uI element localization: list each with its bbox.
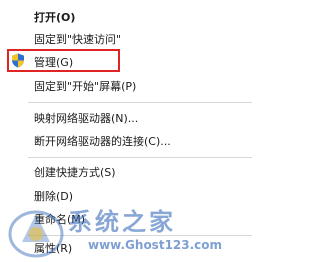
menu-item-label: 映射网络驱动器(N)...: [34, 112, 139, 125]
menu-item-open[interactable]: 打开(O): [0, 6, 258, 29]
menu-item-label: 创建快捷方式(S): [34, 166, 116, 179]
menu-item-label: 断开网络驱动器的连接(C)...: [34, 135, 171, 148]
menu-item-rename[interactable]: 重命名(M): [0, 208, 258, 231]
menu-item-manage[interactable]: 管理(G): [0, 51, 258, 74]
menu-separator: [28, 102, 252, 103]
menu-item-pin-quick-access[interactable]: 固定到"快速访问": [0, 28, 258, 51]
menu-item-label: 属性(R): [34, 242, 73, 255]
menu-item-pin-start[interactable]: 固定到"开始"屏幕(P): [0, 75, 258, 98]
menu-separator: [28, 157, 252, 158]
menu-item-label: 管理(G): [34, 56, 74, 69]
menu-item-label: 打开(O): [34, 11, 76, 24]
context-menu: 打开(O) 固定到"快速访问" 管理(G) 固定到"开始"屏幕(P) 映射网络驱…: [0, 0, 258, 262]
menu-item-label: 重命名(M): [34, 213, 86, 226]
menu-item-label: 固定到"快速访问": [34, 33, 122, 46]
menu-item-delete[interactable]: 删除(D): [0, 185, 258, 208]
menu-item-map-network-drive[interactable]: 映射网络驱动器(N)...: [0, 107, 258, 130]
menu-separator: [28, 235, 252, 236]
menu-item-create-shortcut[interactable]: 创建快捷方式(S): [0, 161, 258, 184]
menu-item-disconnect-network-drive[interactable]: 断开网络驱动器的连接(C)...: [0, 130, 258, 153]
menu-item-properties[interactable]: 属性(R): [0, 237, 258, 260]
menu-item-label: 固定到"开始"屏幕(P): [34, 80, 137, 93]
menu-item-label: 删除(D): [34, 190, 74, 203]
